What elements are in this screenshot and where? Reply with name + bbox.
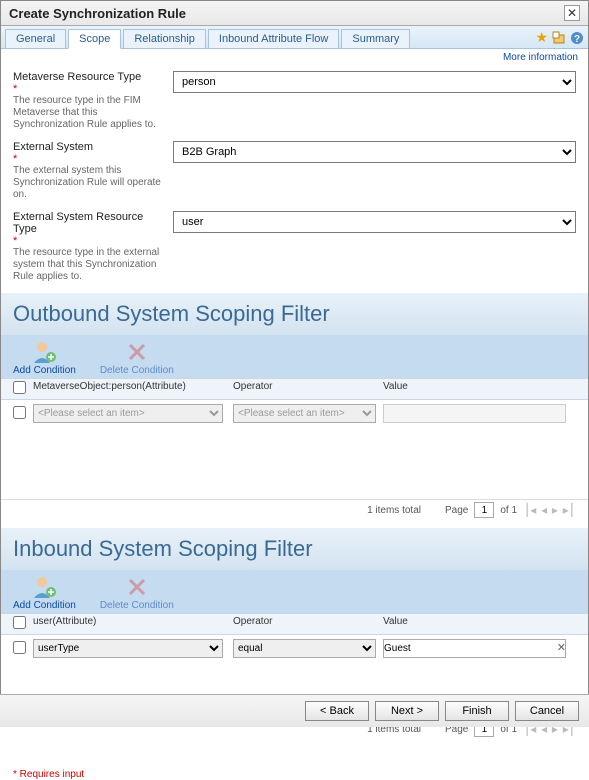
pager-page-label: Page [445, 505, 468, 516]
delete-icon [100, 574, 174, 600]
outbound-attr-select[interactable]: <Please select an item> [33, 404, 223, 423]
help-icon[interactable]: ? [570, 31, 584, 45]
ext-sys-label: External System [13, 141, 163, 153]
inbound-select-all-checkbox[interactable] [13, 616, 26, 629]
ext-type-desc: The resource type in the external system… [13, 247, 163, 283]
pager-last-icon[interactable]: ▸⎮ [563, 503, 575, 517]
dialog-title: Create Synchronization Rule [9, 6, 186, 21]
tab-scope[interactable]: Scope [68, 29, 121, 49]
outbound-col-attr: MetaverseObject:person(Attribute) [33, 381, 233, 397]
next-button[interactable]: Next > [375, 701, 439, 721]
star-icon[interactable]: ★ [535, 29, 548, 46]
outbound-page-input[interactable] [474, 502, 494, 518]
inbound-col-op: Operator [233, 616, 383, 632]
outbound-row-checkbox[interactable] [13, 406, 26, 419]
add-user-icon [13, 574, 76, 600]
close-icon: ✕ [567, 6, 577, 20]
tab-relationship[interactable]: Relationship [123, 29, 206, 48]
outbound-add-condition-button[interactable]: Add Condition [13, 339, 76, 376]
cancel-button[interactable]: Cancel [515, 701, 579, 721]
clear-icon[interactable]: ✕ [557, 641, 566, 654]
inbound-op-select[interactable]: equal [233, 639, 376, 658]
outbound-col-op: Operator [233, 381, 383, 397]
pager-arrows: ⎮◂ ◂ ▸ ▸⎮ [523, 503, 576, 517]
inbound-section-header: Inbound System Scoping Filter [1, 528, 588, 570]
ext-sys-select[interactable]: B2B Graph [173, 141, 576, 163]
outbound-section-header: Outbound System Scoping Filter [1, 293, 588, 335]
ext-sys-desc: The external system this Synchronization… [13, 165, 163, 201]
pager-first-icon[interactable]: ⎮◂ [524, 503, 536, 517]
required-indicator: * [13, 83, 17, 95]
required-indicator: * [13, 153, 17, 165]
table-row: <Please select an item> <Please select a… [1, 402, 588, 425]
pager-of-label: of 1 [500, 505, 517, 516]
inbound-val-input[interactable] [383, 639, 566, 658]
mv-type-label: Metaverse Resource Type [13, 71, 163, 83]
inbound-add-condition-button[interactable]: Add Condition [13, 574, 76, 611]
back-button[interactable]: < Back [305, 701, 369, 721]
requires-input-note: * Requires input [1, 769, 588, 780]
required-indicator: * [13, 235, 17, 247]
tab-summary[interactable]: Summary [341, 29, 410, 48]
tab-bar: General Scope Relationship Inbound Attri… [1, 26, 588, 49]
table-row: userType equal ✕ [1, 637, 588, 660]
finish-button[interactable]: Finish [445, 701, 509, 721]
inbound-col-val: Value [383, 616, 576, 632]
dialog-footer: < Back Next > Finish Cancel [0, 694, 589, 727]
new-item-icon[interactable] [552, 31, 566, 45]
mv-type-desc: The resource type in the FIM Metaverse t… [13, 95, 163, 131]
outbound-select-all-checkbox[interactable] [13, 381, 26, 394]
delete-icon [100, 339, 174, 365]
tab-general[interactable]: General [5, 29, 66, 48]
inbound-delete-condition-button: Delete Condition [100, 574, 174, 611]
pager-prev-icon[interactable]: ◂ [541, 503, 547, 517]
inbound-attr-select[interactable]: userType [33, 639, 223, 658]
inbound-title: Inbound System Scoping Filter [13, 536, 576, 562]
outbound-title: Outbound System Scoping Filter [13, 301, 576, 327]
tab-inbound-attr-flow[interactable]: Inbound Attribute Flow [208, 29, 339, 48]
close-button[interactable]: ✕ [564, 5, 580, 21]
outbound-op-select[interactable]: <Please select an item> [233, 404, 376, 423]
mv-type-select[interactable]: person [173, 71, 576, 93]
inbound-row-checkbox[interactable] [13, 641, 26, 654]
outbound-col-val: Value [383, 381, 576, 397]
pager-next-icon[interactable]: ▸ [552, 503, 558, 517]
outbound-delete-condition-button: Delete Condition [100, 339, 174, 376]
add-user-icon [13, 339, 76, 365]
inbound-col-attr: user(Attribute) [33, 616, 233, 632]
outbound-val-display [383, 404, 566, 423]
ext-type-select[interactable]: user [173, 211, 576, 233]
ext-type-label: External System Resource Type [13, 211, 163, 235]
more-information-link[interactable]: More information [503, 52, 578, 63]
outbound-items-total: 1 items total [367, 505, 421, 516]
svg-text:?: ? [574, 34, 580, 45]
